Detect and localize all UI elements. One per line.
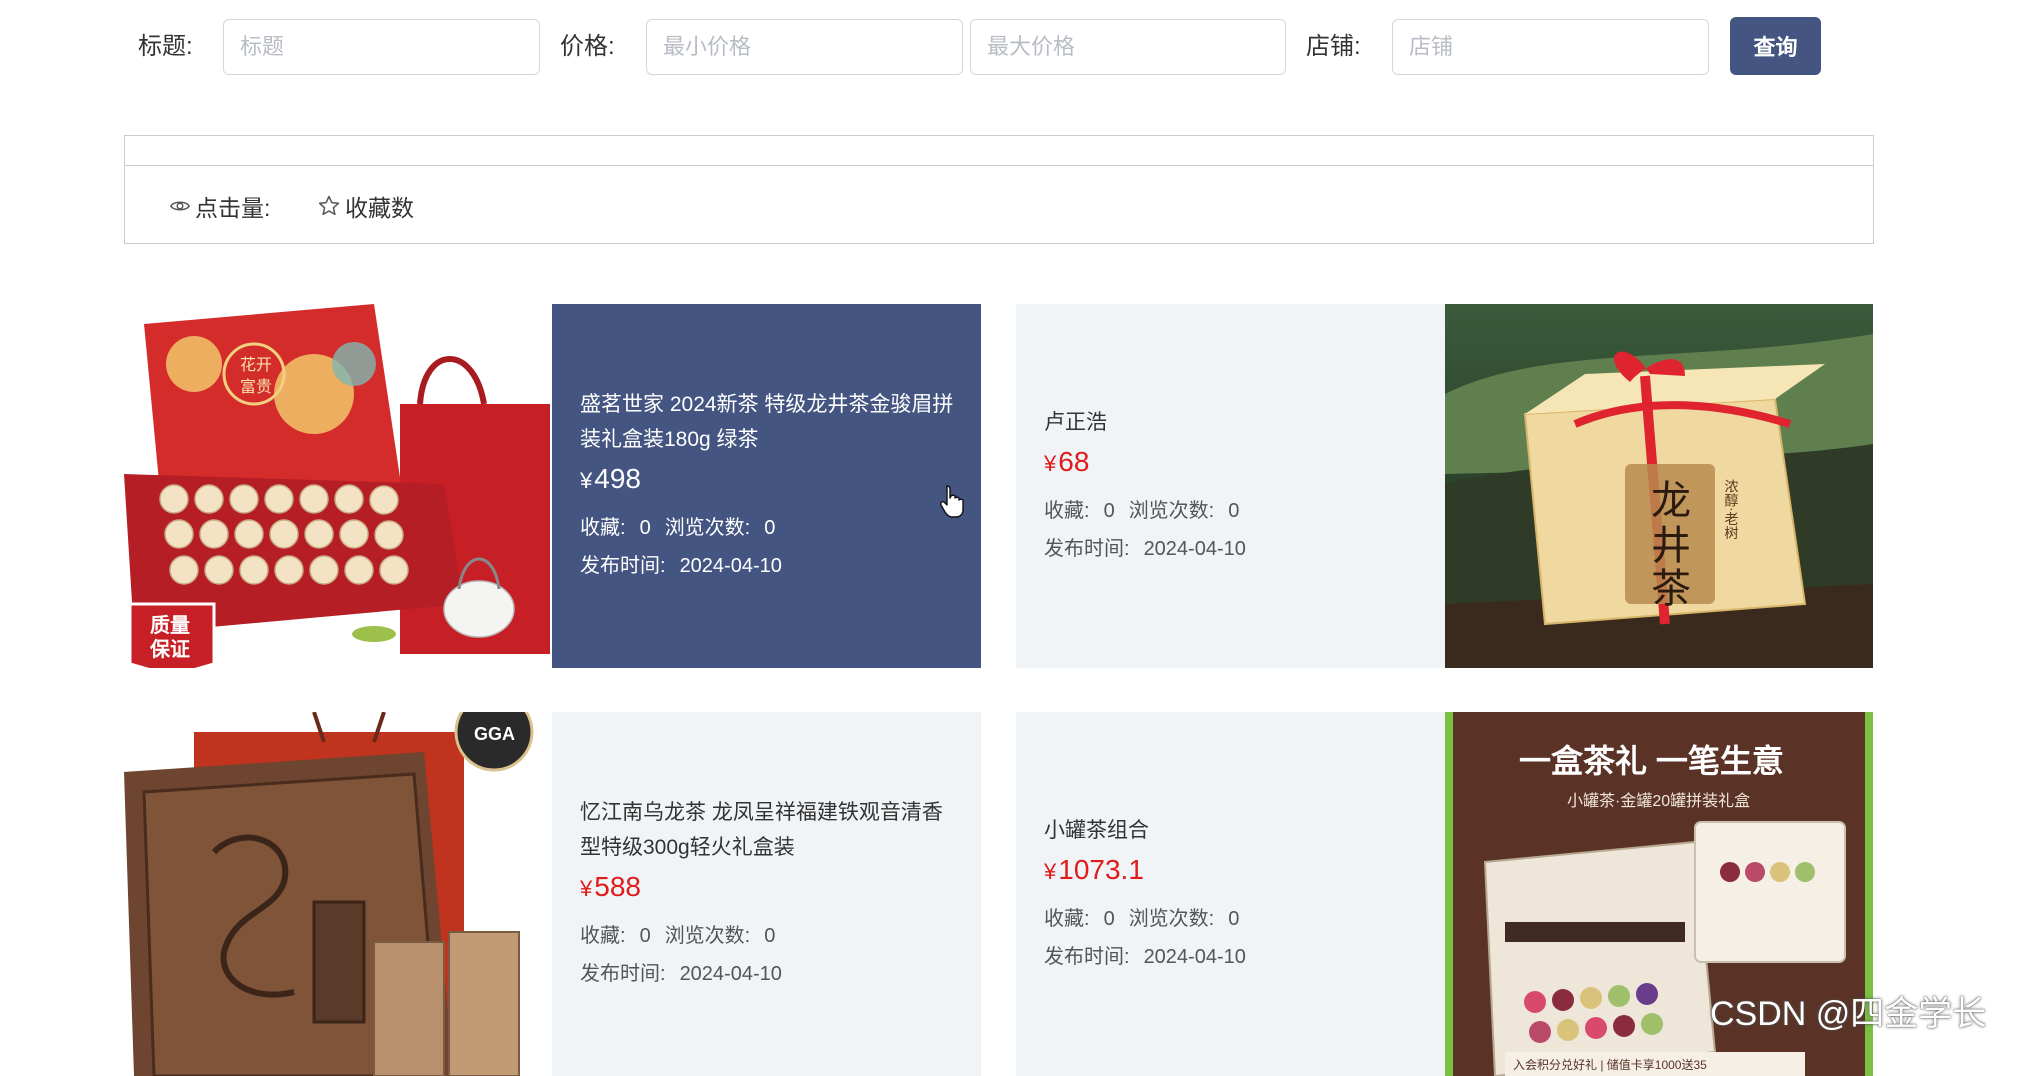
sort-header-strip — [124, 135, 1874, 166]
product-title[interactable]: 卢正浩 — [1044, 405, 1425, 440]
shop-label: 店铺: — [1306, 33, 1361, 60]
favorites-count: 0 — [639, 517, 651, 539]
date-label: 发布时间: — [580, 963, 666, 985]
product-date: 发布时间: 2024-04-10 — [1044, 530, 1425, 568]
package-char-2: 井 — [1651, 523, 1691, 568]
product-stats: 收藏: 0 浏览次数: 0 — [1044, 492, 1425, 530]
views-count: 0 — [1228, 907, 1240, 930]
eye-icon — [169, 201, 191, 211]
price-value: 498 — [594, 463, 641, 494]
box-text-2: 富贵 — [240, 378, 272, 396]
sort-clicks-label: 点击量: — [195, 195, 271, 221]
package-side-text: 浓醇·老树 — [1723, 479, 1739, 541]
search-bar: 标题: 价格: 店铺: 查询 — [0, 0, 2019, 100]
date-label: 发布时间: — [1044, 945, 1130, 968]
views-count: 0 — [764, 925, 776, 947]
product-image: GGA — [124, 712, 552, 1076]
price-value: 588 — [594, 871, 641, 902]
product-info[interactable]: 盛茗世家 2024新茶 特级龙井茶金骏眉拼装礼盒装180g 绿茶 ¥498 收藏… — [552, 304, 981, 668]
sort-by-clicks[interactable]: 点击量: — [169, 189, 270, 223]
favorites-label: 收藏: — [1044, 499, 1090, 522]
package-char-1: 龙 — [1651, 478, 1691, 523]
query-button[interactable]: 查询 — [1730, 17, 1821, 75]
badge-text-2: 保证 — [149, 638, 190, 661]
favorites-count: 0 — [1103, 907, 1115, 930]
sort-panel: 点击量: 收藏数 — [124, 165, 1874, 244]
min-price-input[interactable] — [646, 19, 963, 75]
product-stats: 收藏: 0 浏览次数: 0 — [580, 509, 961, 547]
package-char-3: 茶 — [1651, 566, 1691, 611]
favorites-count: 0 — [639, 925, 651, 947]
product-price: ¥498 — [580, 461, 961, 499]
ad-subline: 小罐茶·金罐20罐拼装礼盒 — [1567, 792, 1750, 810]
date-label: 发布时间: — [580, 555, 666, 577]
currency-symbol: ¥ — [580, 468, 593, 493]
favorites-label: 收藏: — [580, 925, 626, 947]
views-label: 浏览次数: — [1128, 499, 1215, 522]
product-card[interactable]: GGA 忆江南乌龙茶 龙凤呈祥福建铁观音清香型特级300g轻火礼盒装 ¥588 … — [124, 712, 981, 1076]
product-image: 龙 井 茶 浓醇·老树 — [1445, 304, 1873, 668]
ad-bottom-text: 入会积分兑好礼 | 储值卡享1000送35 — [1513, 1057, 1707, 1072]
product-image: 花开 富贵 质量 保证 — [124, 304, 552, 668]
views-count: 0 — [764, 517, 776, 539]
product-date: 发布时间: 2024-04-10 — [1044, 938, 1425, 976]
product-title[interactable]: 小罐茶组合 — [1044, 813, 1425, 848]
hand-cursor-icon — [940, 485, 964, 518]
title-label: 标题: — [138, 33, 193, 60]
currency-symbol: ¥ — [1044, 450, 1057, 476]
ad-headline: 一盒茶礼 一笔生意 — [1519, 743, 1784, 779]
product-stats: 收藏: 0 浏览次数: 0 — [1044, 900, 1425, 938]
date-value: 2024-04-10 — [679, 555, 782, 577]
product-price: ¥68 — [1044, 444, 1425, 482]
views-label: 浏览次数: — [1128, 907, 1215, 930]
currency-symbol: ¥ — [580, 876, 593, 901]
sort-by-favorites[interactable]: 收藏数 — [317, 189, 414, 223]
watermark: CSDN @四金学长 — [1710, 995, 1987, 1033]
date-value: 2024-04-10 — [679, 963, 782, 985]
product-date: 发布时间: 2024-04-10 — [580, 547, 961, 585]
date-value: 2024-04-10 — [1143, 537, 1246, 560]
product-card[interactable]: 卢正浩 ¥68 收藏: 0 浏览次数: 0 发布时间: 2024-04-10 龙 井 茶… — [1016, 304, 1873, 668]
favorites-count: 0 — [1103, 499, 1115, 522]
title-input[interactable] — [223, 19, 540, 75]
box-text-1: 花开 — [240, 356, 272, 374]
badge-text-1: 质量 — [150, 614, 190, 637]
favorites-label: 收藏: — [1044, 907, 1090, 930]
views-label: 浏览次数: — [664, 517, 751, 539]
shop-input[interactable] — [1392, 19, 1709, 75]
product-title[interactable]: 忆江南乌龙茶 龙凤呈祥福建铁观音清香型特级300g轻火礼盒装 — [580, 795, 961, 865]
sort-favorites-label: 收藏数 — [345, 195, 414, 221]
seal-text: GGA — [474, 724, 515, 744]
views-label: 浏览次数: — [664, 925, 751, 947]
favorites-label: 收藏: — [580, 517, 626, 539]
product-stats: 收藏: 0 浏览次数: 0 — [580, 917, 961, 955]
product-info[interactable]: 卢正浩 ¥68 收藏: 0 浏览次数: 0 发布时间: 2024-04-10 — [1016, 304, 1445, 668]
product-info[interactable]: 忆江南乌龙茶 龙凤呈祥福建铁观音清香型特级300g轻火礼盒装 ¥588 收藏: 0… — [552, 712, 981, 1076]
product-date: 发布时间: 2024-04-10 — [580, 955, 961, 993]
star-icon — [318, 195, 340, 216]
product-title[interactable]: 盛茗世家 2024新茶 特级龙井茶金骏眉拼装礼盒装180g 绿茶 — [580, 387, 961, 457]
product-price: ¥588 — [580, 869, 961, 907]
product-card[interactable]: 花开 富贵 质量 保证 盛茗世家 2024新茶 特级龙井茶金骏眉拼装礼盒装180… — [124, 304, 981, 668]
price-value: 68 — [1058, 445, 1090, 477]
price-value: 1073.1 — [1058, 853, 1144, 885]
max-price-input[interactable] — [970, 19, 1286, 75]
product-price: ¥1073.1 — [1044, 852, 1425, 890]
views-count: 0 — [1228, 499, 1240, 522]
product-info[interactable]: 小罐茶组合 ¥1073.1 收藏: 0 浏览次数: 0 发布时间: 2024-04-10 — [1016, 712, 1445, 1076]
date-value: 2024-04-10 — [1143, 945, 1246, 968]
date-label: 发布时间: — [1044, 537, 1130, 560]
currency-symbol: ¥ — [1044, 858, 1057, 884]
price-label: 价格: — [560, 33, 615, 60]
